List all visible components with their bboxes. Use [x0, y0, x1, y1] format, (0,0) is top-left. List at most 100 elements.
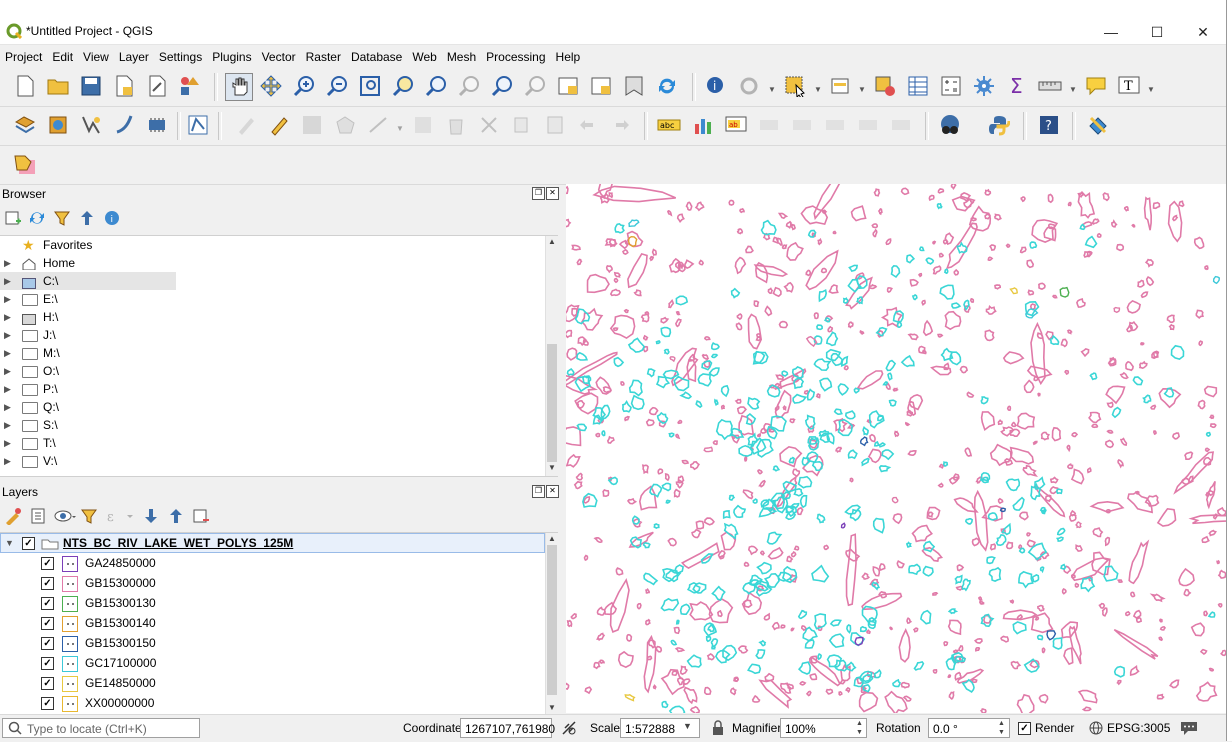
layer-labeling-options-icon[interactable]: abc	[656, 112, 682, 138]
zoom-native-icon[interactable]	[456, 73, 482, 99]
modify-attributes-icon[interactable]	[410, 112, 436, 138]
spinner-arrows-icon[interactable]: ▲ ▼	[856, 719, 863, 737]
close-panel-icon[interactable]: ✕	[546, 187, 559, 200]
browser-item-j-drive[interactable]: ▶ J:\	[0, 326, 545, 344]
measure-line-icon[interactable]	[1037, 73, 1063, 99]
layer-row[interactable]: ✓ GB15300140	[0, 613, 545, 633]
zoom-to-selection-icon[interactable]	[390, 73, 416, 99]
chevron-down-icon[interactable]: ▼	[1069, 85, 1077, 94]
menu-help[interactable]: Help	[551, 47, 586, 67]
layer-row[interactable]: ✓ XX00000000	[0, 693, 545, 713]
browser-item-e-drive[interactable]: ▶ E:\	[0, 290, 545, 308]
browser-item-v-drive[interactable]: ▶ V:\	[0, 452, 545, 470]
run-feature-action-icon[interactable]	[736, 73, 762, 99]
filter-by-expression-icon[interactable]: ε	[105, 507, 133, 525]
topology-checker-icon[interactable]	[937, 112, 963, 138]
current-edits-icon[interactable]	[233, 112, 259, 138]
expand-arrow-icon[interactable]: ▶	[4, 290, 11, 308]
expand-arrow-icon[interactable]: ▶	[4, 326, 11, 344]
browser-item-home[interactable]: ▶ Home	[0, 254, 545, 272]
field-calculator-icon[interactable]	[938, 73, 964, 99]
chevron-down-icon[interactable]: ▼	[683, 721, 692, 731]
spatial-bookmarks-icon[interactable]	[621, 73, 647, 99]
move-label-icon[interactable]	[822, 112, 848, 138]
browser-item-m-drive[interactable]: ▶ M:\	[0, 344, 545, 362]
zoom-in-icon[interactable]	[291, 73, 317, 99]
expand-arrow-icon[interactable]: ▶	[4, 344, 11, 362]
digitize-with-segment-icon[interactable]	[185, 112, 211, 138]
chevron-down-icon[interactable]: ▼	[768, 85, 776, 94]
new-shapefile-layer-icon[interactable]	[78, 112, 104, 138]
layer-visibility-checkbox[interactable]: ✓	[41, 597, 54, 610]
browser-item-q-drive[interactable]: ▶ Q:\	[0, 398, 545, 416]
menu-edit[interactable]: Edit	[47, 47, 78, 67]
zoom-out-icon[interactable]	[324, 73, 350, 99]
show-hide-labels-icon[interactable]	[789, 112, 815, 138]
select-by-value-icon[interactable]	[828, 73, 854, 99]
identify-features-icon[interactable]: i	[703, 73, 729, 99]
filter-icon[interactable]	[53, 209, 71, 227]
menu-settings[interactable]: Settings	[154, 47, 207, 67]
processing-toolbox-icon[interactable]	[971, 73, 997, 99]
add-group-icon[interactable]	[29, 507, 47, 525]
new-project-icon[interactable]	[12, 73, 38, 99]
scroll-down-icon[interactable]: ▼	[546, 702, 558, 714]
globe-crs-icon[interactable]	[1089, 721, 1103, 738]
attribute-table-icon[interactable]	[905, 73, 931, 99]
open-project-icon[interactable]	[45, 73, 71, 99]
browser-scrollbar[interactable]: ▲ ▼	[545, 236, 558, 476]
menu-project[interactable]: Project	[0, 47, 47, 67]
scroll-up-icon[interactable]: ▲	[546, 533, 558, 545]
crs-label[interactable]: EPSG:3005	[1107, 718, 1170, 738]
chevron-down-icon[interactable]: ▼	[814, 85, 822, 94]
close-panel-icon[interactable]: ✕	[546, 485, 559, 498]
browser-item-o-drive[interactable]: ▶ O:\	[0, 362, 545, 380]
browser-item-h-drive[interactable]: ▶ H:\	[0, 308, 545, 326]
expand-arrow-icon[interactable]: ▶	[4, 254, 11, 272]
menu-web[interactable]: Web	[407, 47, 441, 67]
scrollbar-thumb[interactable]	[547, 545, 557, 695]
select-features-icon[interactable]	[782, 73, 808, 99]
help-contents-icon[interactable]: ?	[1036, 112, 1062, 138]
expand-arrow-icon[interactable]: ▶	[4, 416, 11, 434]
map-canvas[interactable]	[566, 184, 1226, 713]
save-layer-edits-icon[interactable]	[299, 112, 325, 138]
layer-diagram-options-icon[interactable]	[690, 112, 716, 138]
polygon-plugin-icon[interactable]	[12, 151, 38, 177]
scrollbar-thumb[interactable]	[547, 344, 557, 462]
maximize-button[interactable]: ☐	[1134, 18, 1180, 46]
float-panel-icon[interactable]: ❐	[532, 485, 545, 498]
layer-row[interactable]: ✓ GB15300150	[0, 633, 545, 653]
copy-features-icon[interactable]	[509, 112, 535, 138]
style-manager-icon[interactable]	[177, 73, 203, 99]
browser-item-c-drive[interactable]: ▶ C:\	[0, 272, 176, 290]
deselect-features-icon[interactable]	[872, 73, 898, 99]
layer-row[interactable]: ✓ GC17100000	[0, 653, 545, 673]
layer-visibility-checkbox[interactable]: ✓	[41, 617, 54, 630]
new-temporary-layer-icon[interactable]	[144, 112, 170, 138]
georeferencer-icon[interactable]	[1085, 112, 1111, 138]
expand-arrow-icon[interactable]: ▶	[4, 308, 11, 326]
spinner-arrows-icon[interactable]: ▲ ▼	[998, 719, 1005, 737]
pan-to-selection-icon[interactable]	[258, 73, 284, 99]
menu-mesh[interactable]: Mesh	[442, 47, 481, 67]
expand-arrow-icon[interactable]: ▶	[4, 272, 11, 290]
magnifier-field[interactable]: 100%	[780, 718, 867, 738]
save-project-icon[interactable]	[78, 73, 104, 99]
browser-item-t-drive[interactable]: ▶ T:\	[0, 434, 545, 452]
render-checkbox[interactable]: ✓	[1018, 722, 1031, 735]
python-console-icon[interactable]	[986, 112, 1012, 138]
float-panel-icon[interactable]: ❐	[532, 187, 545, 200]
chevron-down-icon[interactable]: ▼	[858, 85, 866, 94]
browser-item-favorites[interactable]: ★ Favorites	[0, 236, 545, 254]
toggle-editing-icon[interactable]	[266, 112, 292, 138]
refresh-icon[interactable]	[654, 73, 680, 99]
coordinate-field[interactable]: 1267107,761980	[460, 718, 555, 738]
messages-icon[interactable]	[1180, 720, 1198, 739]
paste-features-icon[interactable]	[542, 112, 568, 138]
properties-info-icon[interactable]: i	[103, 209, 121, 227]
layer-group-row[interactable]: ▼ ✓ NTS_BC_RIV_LAKE_WET_POLYS_125M	[0, 533, 545, 553]
menu-layer[interactable]: Layer	[114, 47, 154, 67]
menu-view[interactable]: View	[78, 47, 114, 67]
cut-features-icon[interactable]	[476, 112, 502, 138]
